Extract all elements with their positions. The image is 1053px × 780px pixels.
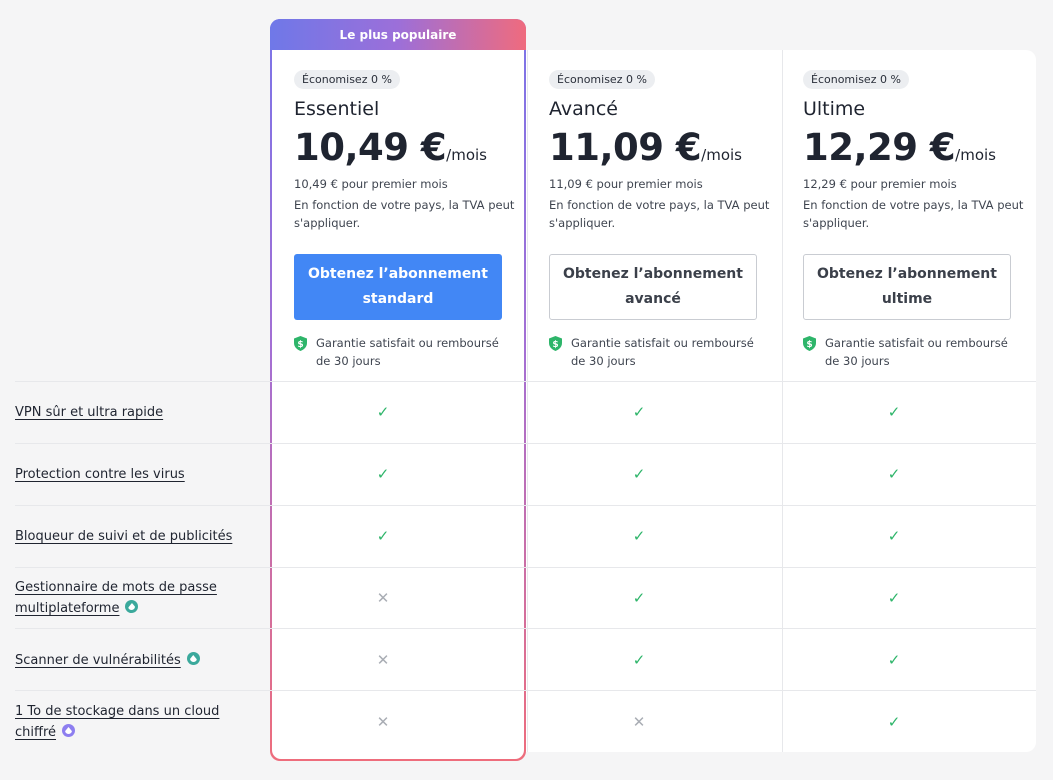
guarantee-text: Garantie satisfait ou remboursé de 30 jo…	[316, 336, 499, 368]
shield-dollar-icon: $	[294, 336, 307, 351]
cross-icon: ✕	[376, 589, 390, 607]
shield-dollar-icon: $	[549, 336, 562, 351]
vat-note: En fonction de votre pays, la TVA peut s…	[549, 198, 770, 230]
svg-text:$: $	[297, 340, 303, 350]
feature-antivirus[interactable]: Protection contre les virus	[15, 464, 245, 485]
pricing-comparison: Le plus populaire Économisez 0 % Essenti…	[0, 0, 1053, 780]
feature-vpn[interactable]: VPN sûr et ultra rapide	[15, 402, 245, 423]
row-divider	[15, 443, 1036, 444]
check-icon: ✓	[887, 403, 901, 421]
check-icon: ✓	[376, 465, 390, 483]
first-month-price: 11,09 € pour premier mois	[549, 177, 703, 191]
cross-icon: ✕	[376, 651, 390, 669]
check-icon: ✓	[887, 589, 901, 607]
vat-note: En fonction de votre pays, la TVA peut s…	[294, 198, 515, 230]
price-amount: 11,09 €	[549, 126, 702, 169]
check-icon: ✓	[632, 589, 646, 607]
check-icon: ✓	[376, 403, 390, 421]
row-divider	[15, 567, 1036, 568]
cross-icon: ✕	[632, 713, 646, 731]
subscribe-standard-button[interactable]: Obtenez l’abonnement standard	[294, 254, 502, 320]
check-icon: ✓	[632, 527, 646, 545]
price: 10,49 €/mois	[294, 126, 487, 169]
price-amount: 12,29 €	[803, 126, 956, 169]
price-amount: 10,49 €	[294, 126, 447, 169]
first-month-price: 12,29 € pour premier mois	[803, 177, 957, 191]
savings-badge: Économisez 0 %	[294, 70, 400, 89]
savings-badge: Économisez 0 %	[803, 70, 909, 89]
most-popular-banner: Le plus populaire	[270, 19, 526, 50]
row-divider	[15, 628, 1036, 629]
first-month-price: 10,49 € pour premier mois	[294, 177, 448, 191]
cross-icon: ✕	[376, 713, 390, 731]
shield-dollar-icon: $	[803, 336, 816, 351]
feature-label[interactable]: Bloqueur de suivi et de publicités	[15, 529, 232, 544]
feature-label[interactable]: Gestionnaire de mots de passe multiplate…	[15, 580, 217, 616]
money-back-guarantee: $ Garantie satisfait ou remboursé de 30 …	[294, 334, 510, 370]
feature-label[interactable]: VPN sûr et ultra rapide	[15, 405, 163, 420]
guarantee-text: Garantie satisfait ou remboursé de 30 jo…	[825, 336, 1008, 368]
check-icon: ✓	[887, 527, 901, 545]
price-unit: /mois	[955, 146, 996, 164]
teal-addon-icon	[125, 600, 139, 613]
svg-text:$: $	[552, 340, 558, 350]
price: 11,09 €/mois	[549, 126, 742, 169]
guarantee-text: Garantie satisfait ou remboursé de 30 jo…	[571, 336, 754, 368]
row-divider	[15, 381, 1036, 382]
plan-name: Ultime	[803, 98, 866, 120]
check-icon: ✓	[632, 403, 646, 421]
plan-name: Essentiel	[294, 98, 380, 120]
feature-label[interactable]: Protection contre les virus	[15, 467, 185, 482]
money-back-guarantee: $ Garantie satisfait ou remboursé de 30 …	[803, 334, 1019, 370]
check-icon: ✓	[887, 465, 901, 483]
teal-addon-icon	[186, 652, 200, 665]
row-divider	[15, 690, 1036, 691]
subscribe-ultimate-button[interactable]: Obtenez l’abonnement ultime	[803, 254, 1011, 320]
vat-note: En fonction de votre pays, la TVA peut s…	[803, 198, 1024, 230]
plan-name: Avancé	[549, 98, 618, 120]
purple-addon-icon	[62, 724, 76, 737]
check-icon: ✓	[376, 527, 390, 545]
feature-tracker-blocker[interactable]: Bloqueur de suivi et de publicités	[15, 526, 245, 547]
check-icon: ✓	[632, 651, 646, 669]
price-unit: /mois	[446, 146, 487, 164]
price-unit: /mois	[701, 146, 742, 164]
feature-password-manager[interactable]: Gestionnaire de mots de passe multiplate…	[15, 577, 230, 619]
feature-cloud-storage[interactable]: 1 To de stockage dans un cloud chiffré	[15, 701, 225, 743]
svg-text:$: $	[806, 340, 812, 350]
money-back-guarantee: $ Garantie satisfait ou remboursé de 30 …	[549, 334, 765, 370]
price: 12,29 €/mois	[803, 126, 996, 169]
check-icon: ✓	[887, 651, 901, 669]
savings-badge: Économisez 0 %	[549, 70, 655, 89]
feature-vulnerability-scanner[interactable]: Scanner de vulnérabilités	[15, 650, 245, 671]
check-icon: ✓	[632, 465, 646, 483]
feature-label[interactable]: Scanner de vulnérabilités	[15, 653, 181, 668]
row-divider	[15, 505, 1036, 506]
subscribe-advanced-button[interactable]: Obtenez l’abonnement avancé	[549, 254, 757, 320]
check-icon: ✓	[887, 713, 901, 731]
feature-label[interactable]: 1 To de stockage dans un cloud chiffré	[15, 704, 219, 740]
